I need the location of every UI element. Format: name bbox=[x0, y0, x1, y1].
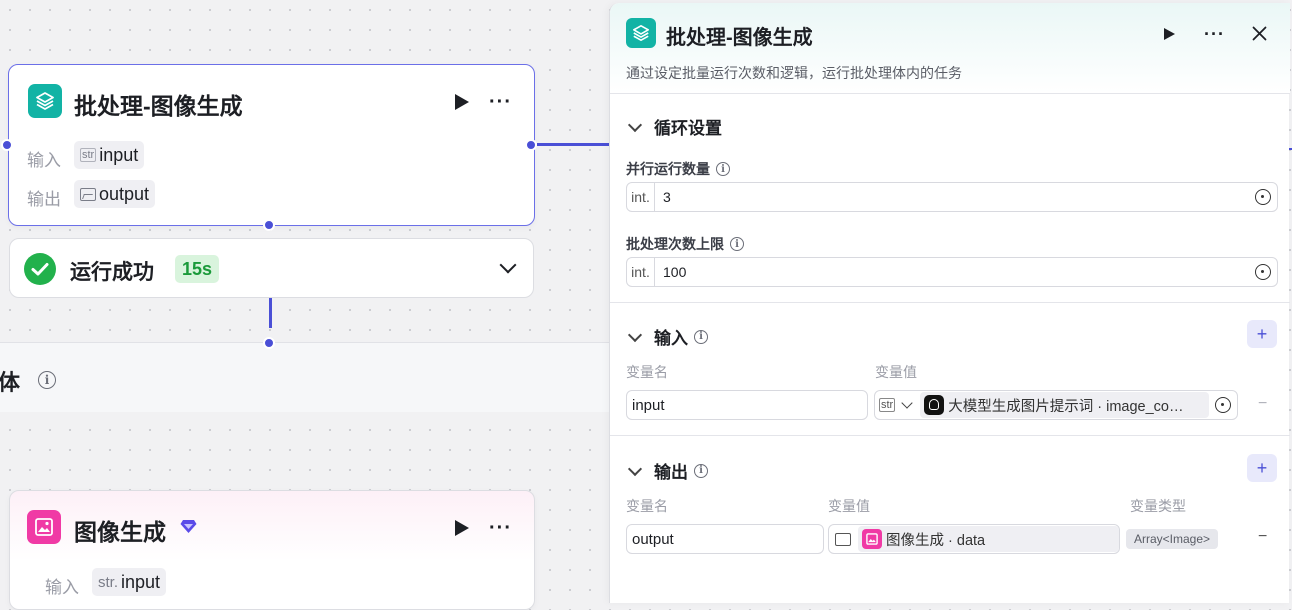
more-icon[interactable]: ··· bbox=[1204, 25, 1225, 43]
input-section-title: 输入 bbox=[654, 329, 688, 348]
status-text: 运行成功 bbox=[70, 261, 154, 284]
output-section-title: 输出 bbox=[654, 463, 688, 482]
panel-title[interactable]: 批处理-图像生成 bbox=[666, 21, 813, 50]
info-icon[interactable]: i bbox=[730, 237, 744, 251]
panel-description: 通过设定批量运行次数和逻辑，运行批处理体内的任务 bbox=[626, 65, 962, 81]
remove-input-button[interactable]: − bbox=[1258, 395, 1267, 413]
input-col-value: 变量值 bbox=[875, 364, 917, 380]
output-var-name: output bbox=[99, 183, 150, 204]
output-row-label: 输出 bbox=[27, 190, 61, 209]
remove-output-button[interactable]: − bbox=[1258, 528, 1267, 546]
run-play-icon[interactable] bbox=[454, 519, 470, 537]
parallel-count-label: 并行运行数量 i bbox=[626, 159, 730, 179]
str-type-icon: str bbox=[80, 148, 97, 162]
input-row-label: 输入 bbox=[45, 578, 79, 597]
type-chevron-icon[interactable] bbox=[901, 396, 913, 409]
image-type-icon bbox=[835, 532, 851, 546]
batch-body-title: 体 bbox=[0, 370, 21, 395]
variable-ref-icon[interactable] bbox=[1215, 397, 1231, 413]
output-type-badge: Array<Image> bbox=[1126, 529, 1219, 549]
input-col-name: 变量名 bbox=[626, 364, 668, 380]
variable-ref-chip[interactable]: 图像生成 · data bbox=[858, 526, 1119, 552]
batch-node-title: 批处理-图像生成 bbox=[74, 93, 243, 119]
add-output-button[interactable]: + bbox=[1247, 454, 1277, 482]
edge-batch-to-panel bbox=[537, 143, 612, 146]
info-icon[interactable]: i bbox=[694, 329, 708, 344]
input-section-header[interactable]: 输入 i bbox=[627, 324, 708, 349]
left-port[interactable] bbox=[1, 139, 13, 151]
close-icon[interactable] bbox=[1252, 26, 1267, 41]
variable-ref-text: 图像生成 · data bbox=[886, 532, 986, 549]
input-var-value-field[interactable]: str 大模型生成图片提示词 · image_co… bbox=[874, 390, 1238, 420]
input-var-name: input bbox=[121, 571, 161, 592]
output-chip: output bbox=[74, 180, 156, 208]
image-gen-icon bbox=[27, 510, 61, 544]
loop-settings-title: 循环设置 bbox=[654, 119, 722, 138]
variable-ref-icon[interactable] bbox=[1255, 189, 1271, 205]
image-type-icon bbox=[80, 187, 96, 201]
info-icon[interactable]: i bbox=[38, 371, 56, 389]
divider bbox=[610, 302, 1290, 303]
premium-diamond-icon bbox=[180, 520, 197, 533]
variable-ref-chip[interactable]: 大模型生成图片提示词 · image_co… bbox=[920, 392, 1209, 418]
output-col-value: 变量值 bbox=[828, 498, 870, 514]
node-config-panel: 批处理-图像生成 ··· 通过设定批量运行次数和逻辑，运行批处理体内的任务 循环… bbox=[609, 3, 1290, 603]
output-section-header[interactable]: 输出 i bbox=[627, 458, 708, 483]
more-icon[interactable]: ··· bbox=[489, 518, 512, 538]
add-input-button[interactable]: + bbox=[1247, 320, 1277, 348]
body-port[interactable] bbox=[263, 337, 275, 349]
divider bbox=[610, 435, 1290, 436]
parallel-count-text: 并行运行数量 bbox=[626, 161, 710, 177]
chevron-down-icon bbox=[627, 327, 643, 342]
input-chip: str input bbox=[74, 141, 145, 169]
llm-node-icon bbox=[924, 395, 945, 415]
variable-ref-text: 大模型生成图片提示词 · image_co… bbox=[948, 398, 1184, 415]
variable-ref-icon[interactable] bbox=[1255, 264, 1271, 280]
batch-limit-text: 批处理次数上限 bbox=[626, 236, 724, 252]
batch-layers-icon bbox=[626, 18, 656, 48]
output-var-value-field[interactable]: 图像生成 · data bbox=[828, 524, 1120, 554]
parallel-count-input[interactable]: int. 3 bbox=[626, 182, 1278, 212]
more-icon[interactable]: ··· bbox=[489, 92, 512, 112]
output-col-type: 变量类型 bbox=[1130, 498, 1186, 514]
output-col-name: 变量名 bbox=[626, 498, 668, 514]
output-var-name-field[interactable]: output bbox=[626, 524, 824, 554]
batch-limit-label: 批处理次数上限 i bbox=[626, 234, 744, 254]
int-type-label: int. bbox=[627, 258, 655, 286]
str-type-icon: str bbox=[879, 398, 896, 412]
parallel-count-value[interactable]: 3 bbox=[655, 189, 1255, 205]
chevron-down-icon bbox=[627, 461, 643, 476]
image-gen-title: 图像生成 bbox=[74, 519, 166, 545]
chevron-down-icon[interactable] bbox=[499, 256, 517, 274]
input-var-name: input bbox=[99, 144, 139, 165]
batch-body-group: 体 i bbox=[0, 342, 610, 412]
input-var-name-field[interactable]: input bbox=[626, 390, 868, 420]
run-status-bar[interactable]: 运行成功 15s bbox=[9, 238, 534, 298]
batch-layers-icon bbox=[28, 84, 62, 118]
int-type-label: int. bbox=[627, 183, 655, 211]
divider bbox=[610, 93, 1290, 94]
run-play-icon[interactable] bbox=[1163, 27, 1176, 41]
chevron-down-icon bbox=[627, 117, 643, 132]
batch-limit-value[interactable]: 100 bbox=[655, 264, 1255, 280]
image-gen-icon bbox=[862, 529, 882, 549]
batch-node[interactable]: 批处理-图像生成 ··· 输入 str input 输出 output bbox=[8, 64, 535, 226]
bottom-port[interactable] bbox=[263, 219, 275, 231]
batch-limit-input[interactable]: int. 100 bbox=[626, 257, 1278, 287]
input-row-label: 输入 bbox=[27, 151, 61, 170]
right-port[interactable] bbox=[525, 139, 537, 151]
info-icon[interactable]: i bbox=[716, 162, 730, 176]
edge-batch-to-body bbox=[269, 298, 272, 328]
info-icon[interactable]: i bbox=[694, 463, 708, 478]
run-play-icon[interactable] bbox=[454, 93, 470, 111]
loop-settings-header[interactable]: 循环设置 bbox=[627, 114, 722, 139]
duration-badge: 15s bbox=[175, 255, 220, 283]
str-type-label: str. bbox=[98, 573, 119, 591]
image-gen-node[interactable]: 图像生成 ··· 输入 str. input bbox=[9, 490, 535, 610]
success-check-icon bbox=[24, 253, 56, 285]
